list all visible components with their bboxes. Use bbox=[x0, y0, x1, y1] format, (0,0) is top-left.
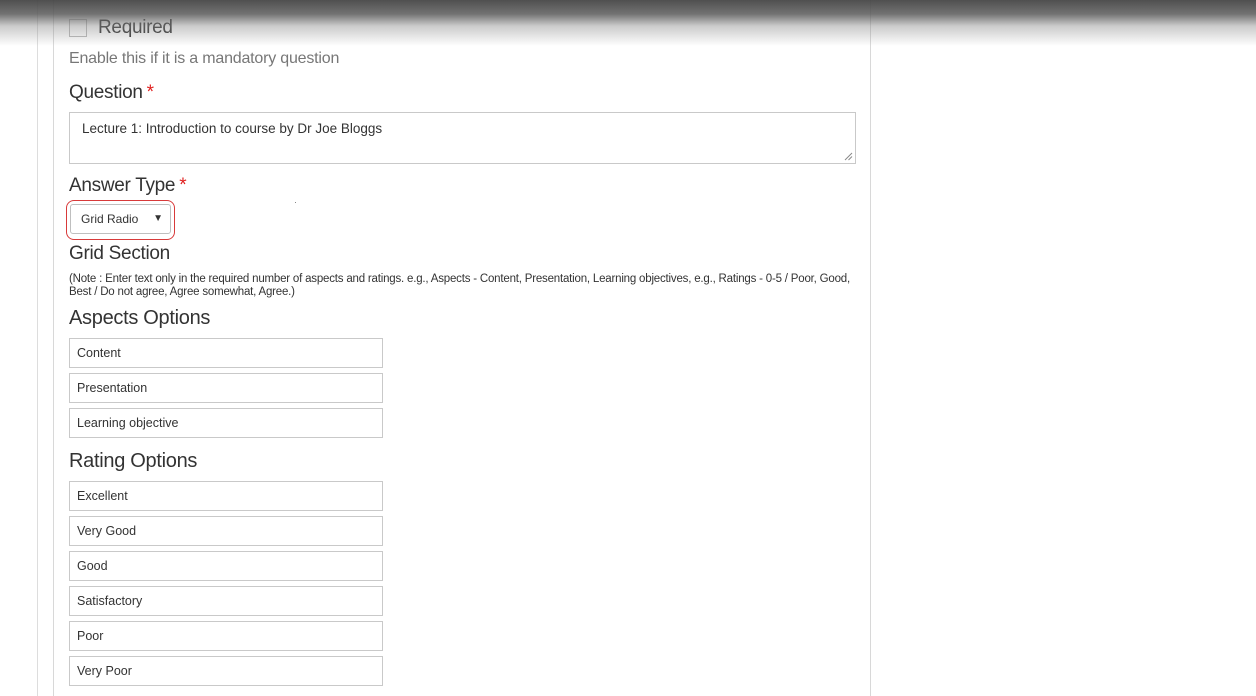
answer-type-label: Answer Type * bbox=[69, 175, 187, 197]
aspect-option-input[interactable]: Content bbox=[69, 338, 383, 368]
question-required-star: * bbox=[146, 82, 154, 103]
answer-type-selected: Grid Radio bbox=[81, 212, 139, 226]
rating-option-input[interactable]: Very Poor bbox=[69, 656, 383, 686]
page-divider bbox=[37, 0, 38, 696]
stray-dot bbox=[295, 202, 296, 203]
rating-option-input[interactable]: Good bbox=[69, 551, 383, 581]
question-form-panel: Required Enable this if it is a mandator… bbox=[53, 0, 871, 696]
required-label: Required bbox=[98, 17, 173, 38]
answer-type-required-star: * bbox=[179, 175, 187, 196]
question-label: Question * bbox=[69, 82, 154, 104]
aspects-options-title: Aspects Options bbox=[69, 307, 211, 329]
answer-type-label-text: Answer Type bbox=[69, 175, 176, 196]
rating-option-input[interactable]: Satisfactory bbox=[69, 586, 383, 616]
grid-section-title: Grid Section bbox=[69, 243, 170, 264]
aspect-option-input[interactable]: Presentation bbox=[69, 373, 383, 403]
grid-section-note: (Note : Enter text only in the required … bbox=[69, 273, 850, 298]
rating-options-title: Rating Options bbox=[69, 450, 198, 472]
question-label-text: Question bbox=[69, 82, 143, 103]
caret-down-icon: ▼ bbox=[153, 213, 163, 224]
aspect-option-input[interactable]: Learning objective bbox=[69, 408, 383, 438]
question-textarea[interactable]: Lecture 1: Introduction to course by Dr … bbox=[69, 112, 856, 164]
rating-option-input[interactable]: Excellent bbox=[69, 481, 383, 511]
rating-option-input[interactable]: Very Good bbox=[69, 516, 383, 546]
resize-grip-icon[interactable] bbox=[844, 152, 853, 161]
answer-type-select[interactable]: Grid Radio ▼ bbox=[70, 204, 171, 234]
question-value: Lecture 1: Introduction to course by Dr … bbox=[82, 121, 383, 136]
rating-option-input[interactable]: Poor bbox=[69, 621, 383, 651]
required-hint: Enable this if it is a mandatory questio… bbox=[69, 50, 340, 67]
required-checkbox[interactable] bbox=[69, 19, 87, 37]
required-toggle[interactable]: Required bbox=[69, 16, 173, 40]
